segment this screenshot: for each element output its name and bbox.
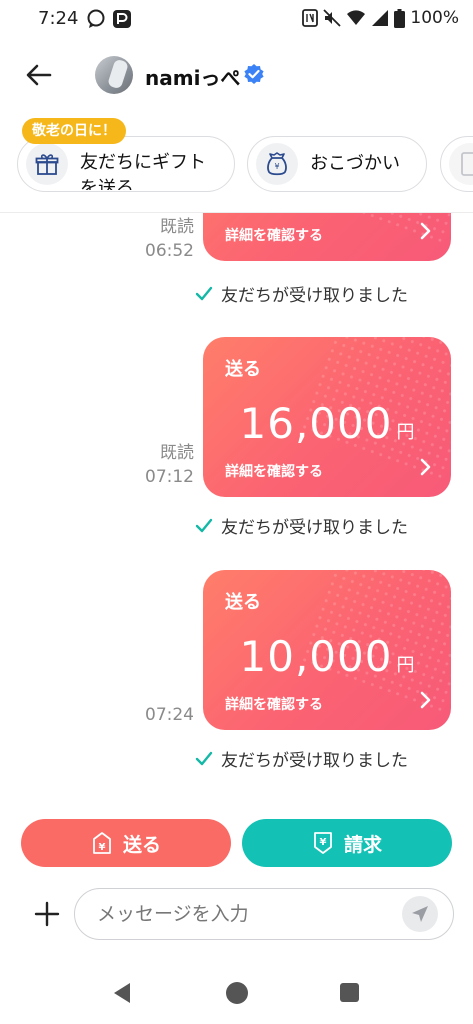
nav-recents-icon[interactable] <box>340 983 359 1002</box>
status-bar: 7:24 100% <box>0 0 473 38</box>
gift-icon <box>26 143 68 185</box>
received-text: 友だちが受け取りました <box>221 286 408 306</box>
promo-badge: 敬老の日に！ <box>22 118 126 144</box>
status-time: 7:24 <box>38 8 79 29</box>
received-status: 友だちが受け取りました <box>195 513 408 538</box>
chevron-right-icon <box>420 458 431 476</box>
payment-kind: 送る <box>225 592 261 613</box>
signal-icon <box>372 10 389 26</box>
battery-percent: 100% <box>410 8 459 28</box>
send-money-label: 送る <box>122 833 161 856</box>
quick-actions: 敬老の日に！ 友だちにギフトを送る ¥ おこづかい <box>0 118 473 208</box>
allowance-chip-label: おこづかい <box>310 153 400 174</box>
payment-kind: 送る <box>225 359 261 380</box>
more-chip[interactable] <box>440 136 473 192</box>
message-time: 06:52 <box>145 241 194 261</box>
view-details-link[interactable]: 詳細を確認する <box>225 461 323 481</box>
check-icon <box>195 286 213 300</box>
chat-bubble-icon <box>87 9 105 28</box>
message-list[interactable]: 既読 06:52 詳細を確認する 友だちが受け取りました 既読 07:12 送る… <box>0 213 473 803</box>
chat-header: namiっぺ <box>0 44 473 106</box>
received-text: 友だちが受け取りました <box>221 751 408 771</box>
nfc-icon <box>302 9 319 27</box>
paper-plane-icon <box>412 906 428 922</box>
send-message-button[interactable] <box>402 896 438 932</box>
read-receipt: 既読 <box>160 443 194 463</box>
system-nav-bar <box>0 962 473 1024</box>
document-icon <box>449 143 473 185</box>
message-meta: 既読 07:12 <box>145 441 194 489</box>
payment-amount: 10,000 円 <box>239 632 415 681</box>
chevron-right-icon <box>420 691 431 709</box>
plus-icon[interactable] <box>33 900 61 928</box>
yen-box-icon: ¥ <box>93 832 111 854</box>
view-details-link[interactable]: 詳細を確認する <box>225 225 323 245</box>
svg-text:¥: ¥ <box>320 837 327 848</box>
received-status: 友だちが受け取りました <box>195 281 408 306</box>
send-money-button[interactable]: ¥ 送る <box>21 819 231 867</box>
money-pouch-icon: ¥ <box>256 143 298 185</box>
message-time: 07:24 <box>145 705 194 725</box>
user-name[interactable]: namiっぺ <box>145 62 240 91</box>
mute-icon <box>323 9 342 27</box>
svg-text:¥: ¥ <box>99 842 106 853</box>
message-meta: 既読 06:52 <box>145 215 194 263</box>
received-text: 友だちが受け取りました <box>221 518 408 538</box>
request-money-label: 請求 <box>343 833 382 856</box>
allowance-chip[interactable]: ¥ おこづかい <box>247 136 427 192</box>
check-icon <box>195 518 213 532</box>
message-meta: 07:24 <box>145 703 194 727</box>
read-receipt: 既読 <box>160 217 194 237</box>
chat-screen: 7:24 100% namiっぺ 敬老の日に！ 友だちにギフトを送る ¥ おこづ… <box>0 0 473 1024</box>
yen-box-icon: ¥ <box>314 832 332 854</box>
payment-card[interactable]: 送る 10,000 円 詳細を確認する <box>203 570 451 730</box>
nav-home-icon[interactable] <box>226 982 248 1004</box>
gift-chip-label: 友だちにギフトを送る <box>80 152 206 190</box>
nav-back-icon[interactable] <box>112 982 132 1004</box>
avatar[interactable] <box>95 56 133 94</box>
verified-badge-icon <box>244 64 264 84</box>
battery-icon <box>394 8 406 28</box>
payment-amount: 16,000 円 <box>239 399 415 448</box>
back-arrow-icon[interactable] <box>24 60 54 90</box>
gift-chip[interactable]: 友だちにギフトを送る <box>17 136 235 192</box>
chevron-right-icon <box>420 222 431 240</box>
view-details-link[interactable]: 詳細を確認する <box>225 694 323 714</box>
request-money-button[interactable]: ¥ 請求 <box>242 819 452 867</box>
message-input[interactable] <box>74 888 454 940</box>
paypay-icon <box>113 10 131 28</box>
wifi-icon <box>347 10 366 25</box>
received-status: 友だちが受け取りました <box>195 746 408 771</box>
svg-text:¥: ¥ <box>274 162 279 171</box>
check-icon <box>195 751 213 765</box>
payment-card[interactable]: 送る 16,000 円 詳細を確認する <box>203 337 451 497</box>
payment-card[interactable]: 詳細を確認する <box>203 213 451 261</box>
message-time: 07:12 <box>145 467 194 487</box>
